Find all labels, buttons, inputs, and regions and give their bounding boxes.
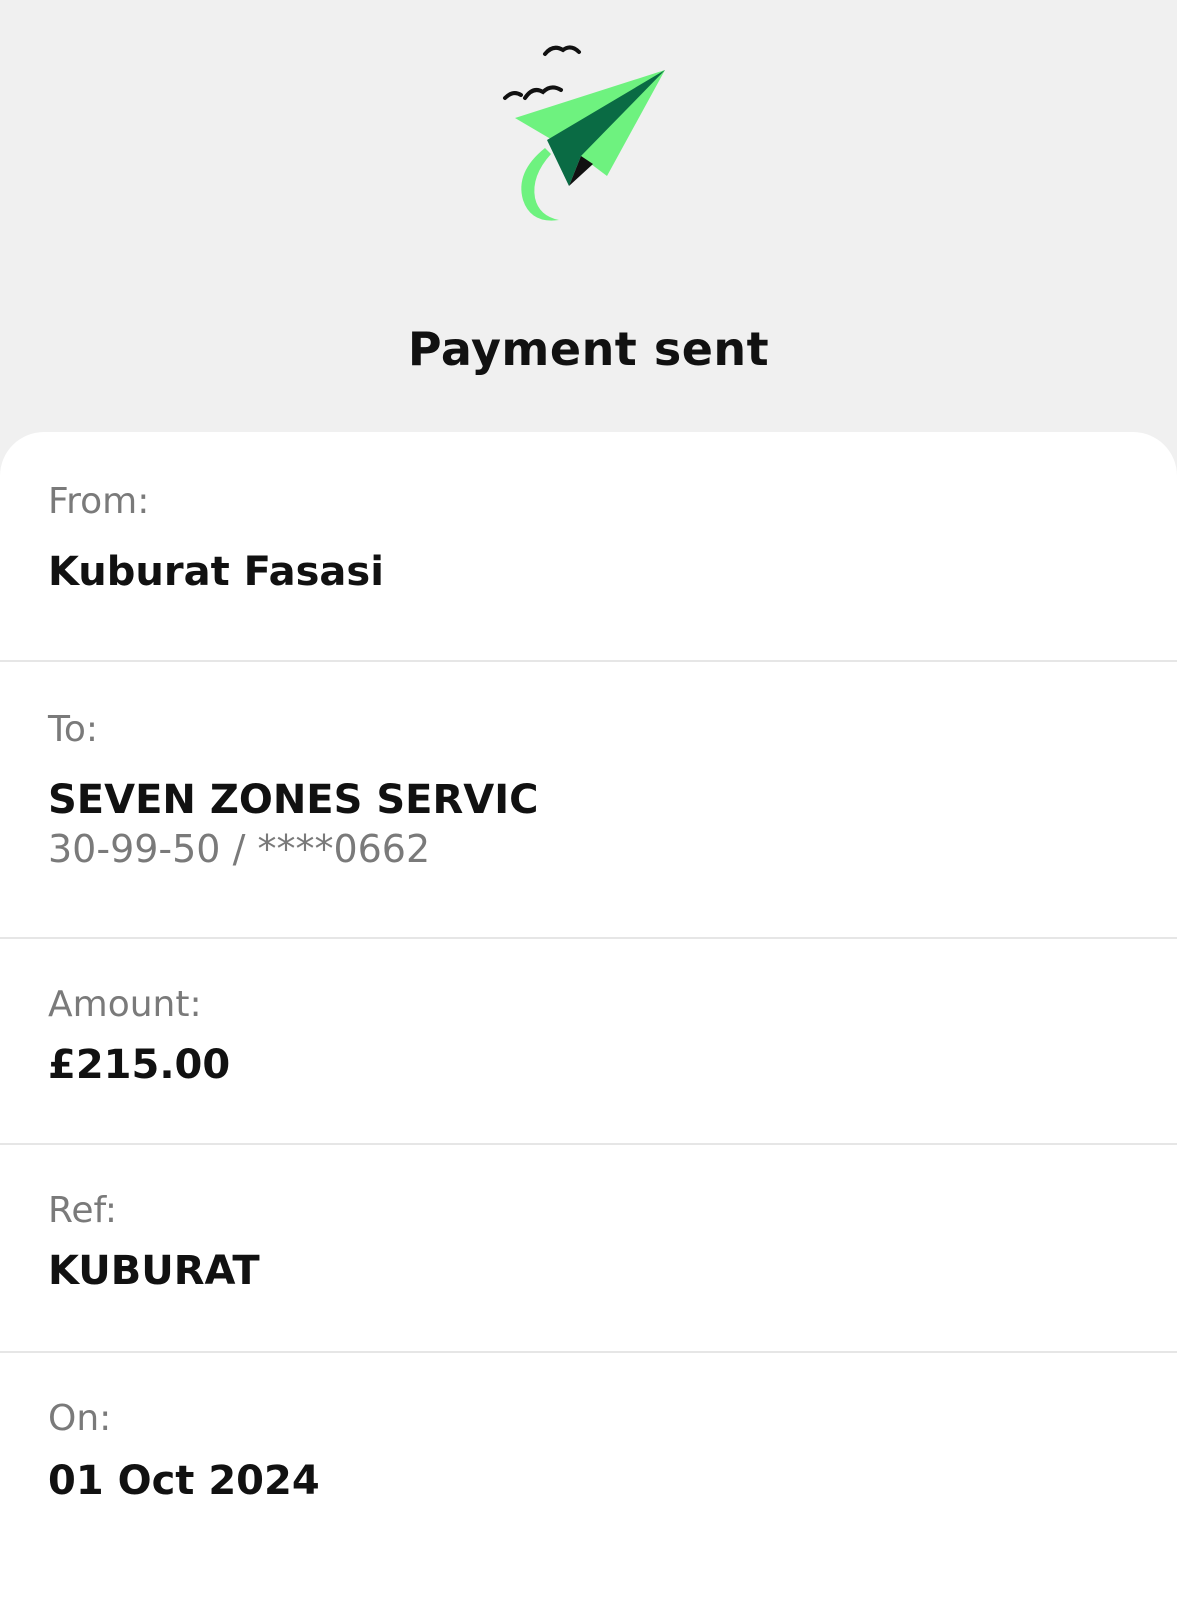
detail-row-amount: Amount: £215.00 xyxy=(0,939,1177,1145)
header: Payment sent xyxy=(0,0,1177,432)
detail-row-ref: Ref: KUBURAT xyxy=(0,1145,1177,1353)
paper-plane-icon xyxy=(503,45,665,221)
from-value: Kuburat Fasasi xyxy=(48,549,384,595)
on-label: On: xyxy=(48,1398,112,1439)
on-value: 01 Oct 2024 xyxy=(48,1458,320,1504)
page-title: Payment sent xyxy=(407,322,770,376)
payment-details-card: From: Kuburat Fasasi To: SEVEN ZONES SER… xyxy=(0,432,1177,1622)
detail-row-from: From: Kuburat Fasasi xyxy=(0,432,1177,662)
to-account-number: 30-99-50 / ****0662 xyxy=(48,827,431,871)
ref-label: Ref: xyxy=(48,1190,118,1231)
detail-row-on: On: 01 Oct 2024 xyxy=(0,1353,1177,1583)
amount-label: Amount: xyxy=(48,984,202,1025)
to-value: SEVEN ZONES SERVIC xyxy=(48,777,539,823)
detail-row-to: To: SEVEN ZONES SERVIC 30-99-50 / ****06… xyxy=(0,662,1177,939)
ref-value: KUBURAT xyxy=(48,1248,260,1294)
amount-value: £215.00 xyxy=(48,1042,231,1088)
from-label: From: xyxy=(48,481,150,522)
to-label: To: xyxy=(48,709,99,750)
